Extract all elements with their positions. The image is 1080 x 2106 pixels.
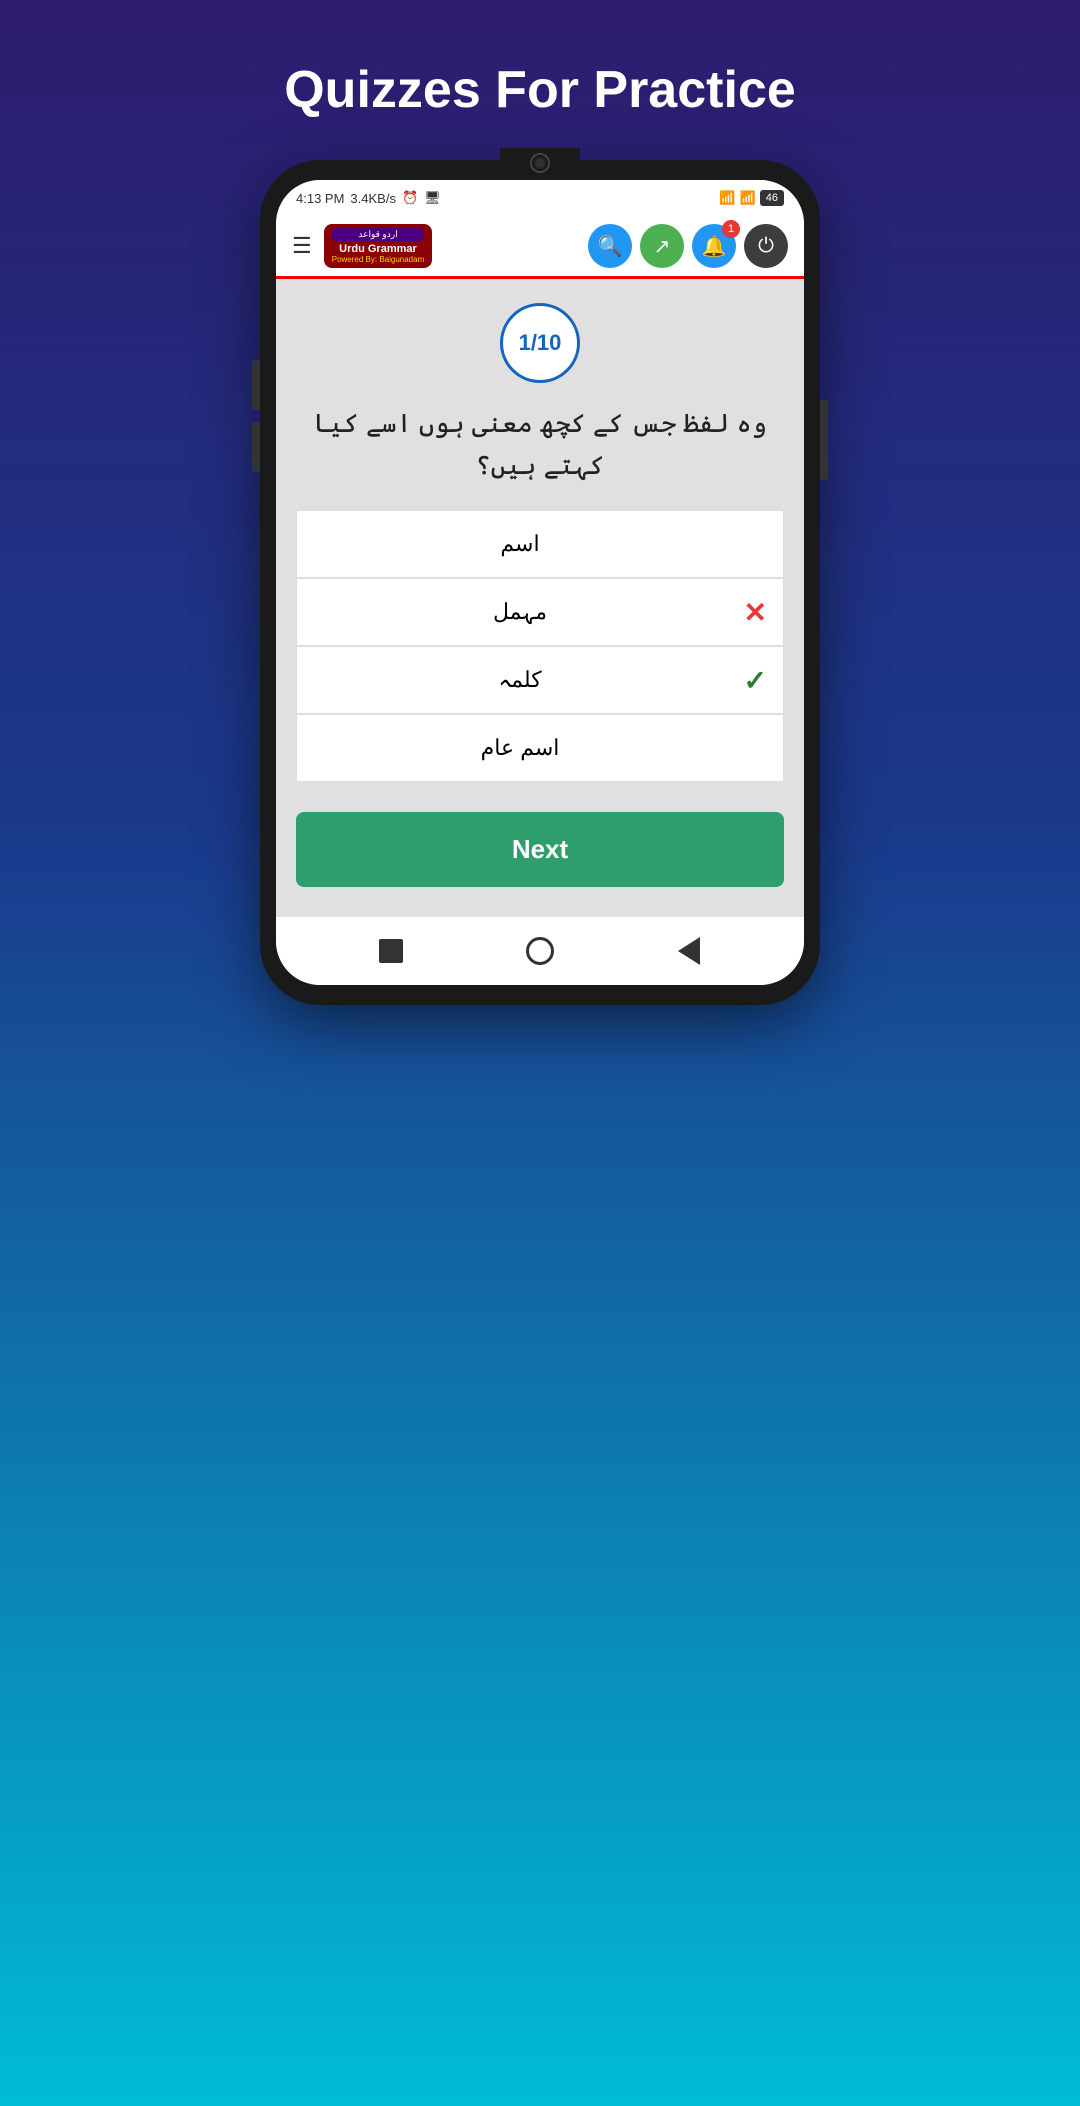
- status-bar: 4:13 PM 3.4KB/s ⏰ 🖥 📶 📶 46: [276, 180, 804, 216]
- logo-sub-text: Powered By: Baigunadam: [332, 255, 425, 264]
- wrong-icon: ✕: [744, 596, 767, 629]
- search-button[interactable]: 🔍: [588, 224, 632, 268]
- option-1[interactable]: اسم: [296, 510, 784, 578]
- back-button[interactable]: [671, 933, 707, 969]
- phone-screen: 4:13 PM 3.4KB/s ⏰ 🖥 📶 📶 46 ☰: [276, 180, 804, 985]
- option-1-text: اسم: [500, 531, 539, 557]
- hamburger-menu[interactable]: ☰: [292, 233, 312, 259]
- page-title: Quizzes For Practice: [284, 60, 796, 120]
- option-4[interactable]: اسم عام: [296, 714, 784, 782]
- camera-lens: [530, 153, 550, 173]
- status-left: 4:13 PM 3.4KB/s ⏰ 🖥: [296, 190, 441, 206]
- wifi-icon: 📶: [719, 190, 735, 206]
- status-right: 📶 📶 46: [719, 190, 784, 206]
- question-text: وہ لفظ جس کے کچھ معنی ہوں اسے کیا کہتے ہ…: [296, 403, 784, 486]
- logo-top-text: اردو قواعد: [332, 228, 425, 241]
- power-button-icon[interactable]: ⏻: [744, 224, 788, 268]
- app-header: ☰ اردو قواعد Urdu Grammar Powered By: Ba…: [276, 216, 804, 279]
- status-alarm-icon: ⏰: [402, 190, 418, 206]
- phone-device: 4:13 PM 3.4KB/s ⏰ 🖥 📶 📶 46 ☰: [260, 160, 820, 1005]
- camera-notch: [500, 148, 580, 178]
- back-icon: [678, 937, 700, 965]
- status-screen-icon: 🖥: [424, 190, 441, 206]
- next-button[interactable]: Next: [296, 812, 784, 887]
- logo-main-text: Urdu Grammar: [332, 243, 425, 255]
- header-right: 🔍 ↗ 🔔 1 ⏻: [588, 224, 788, 268]
- recent-apps-button[interactable]: [373, 933, 409, 969]
- correct-icon: ✓: [744, 664, 767, 697]
- recent-apps-icon: [379, 939, 403, 963]
- quiz-content: 1/10 وہ لفظ جس کے کچھ معنی ہوں اسے کیا ک…: [276, 279, 804, 917]
- notification-badge: 1: [722, 220, 740, 238]
- notification-button[interactable]: 🔔 1: [692, 224, 736, 268]
- question-counter: 1/10: [500, 303, 580, 383]
- option-2[interactable]: مہمل ✕: [296, 578, 784, 646]
- answer-options: اسم مہمل ✕ کلمہ ✓ اسم عام: [296, 510, 784, 782]
- power-button: [820, 400, 828, 480]
- option-3-text: کلمہ: [498, 667, 541, 693]
- option-4-text: اسم عام: [481, 735, 560, 761]
- volume-buttons: [252, 360, 260, 472]
- home-button[interactable]: [522, 933, 558, 969]
- bottom-navigation: [276, 917, 804, 985]
- share-button[interactable]: ↗: [640, 224, 684, 268]
- status-time: 4:13 PM: [296, 191, 344, 206]
- status-data: 3.4KB/s: [350, 191, 396, 206]
- battery-indicator: 46: [760, 190, 784, 206]
- option-3[interactable]: کلمہ ✓: [296, 646, 784, 714]
- option-2-text: مہمل: [493, 599, 547, 625]
- app-logo: اردو قواعد Urdu Grammar Powered By: Baig…: [324, 224, 433, 268]
- signal-icon: 📶: [740, 190, 756, 206]
- header-left: ☰ اردو قواعد Urdu Grammar Powered By: Ba…: [292, 224, 432, 268]
- home-icon: [526, 937, 554, 965]
